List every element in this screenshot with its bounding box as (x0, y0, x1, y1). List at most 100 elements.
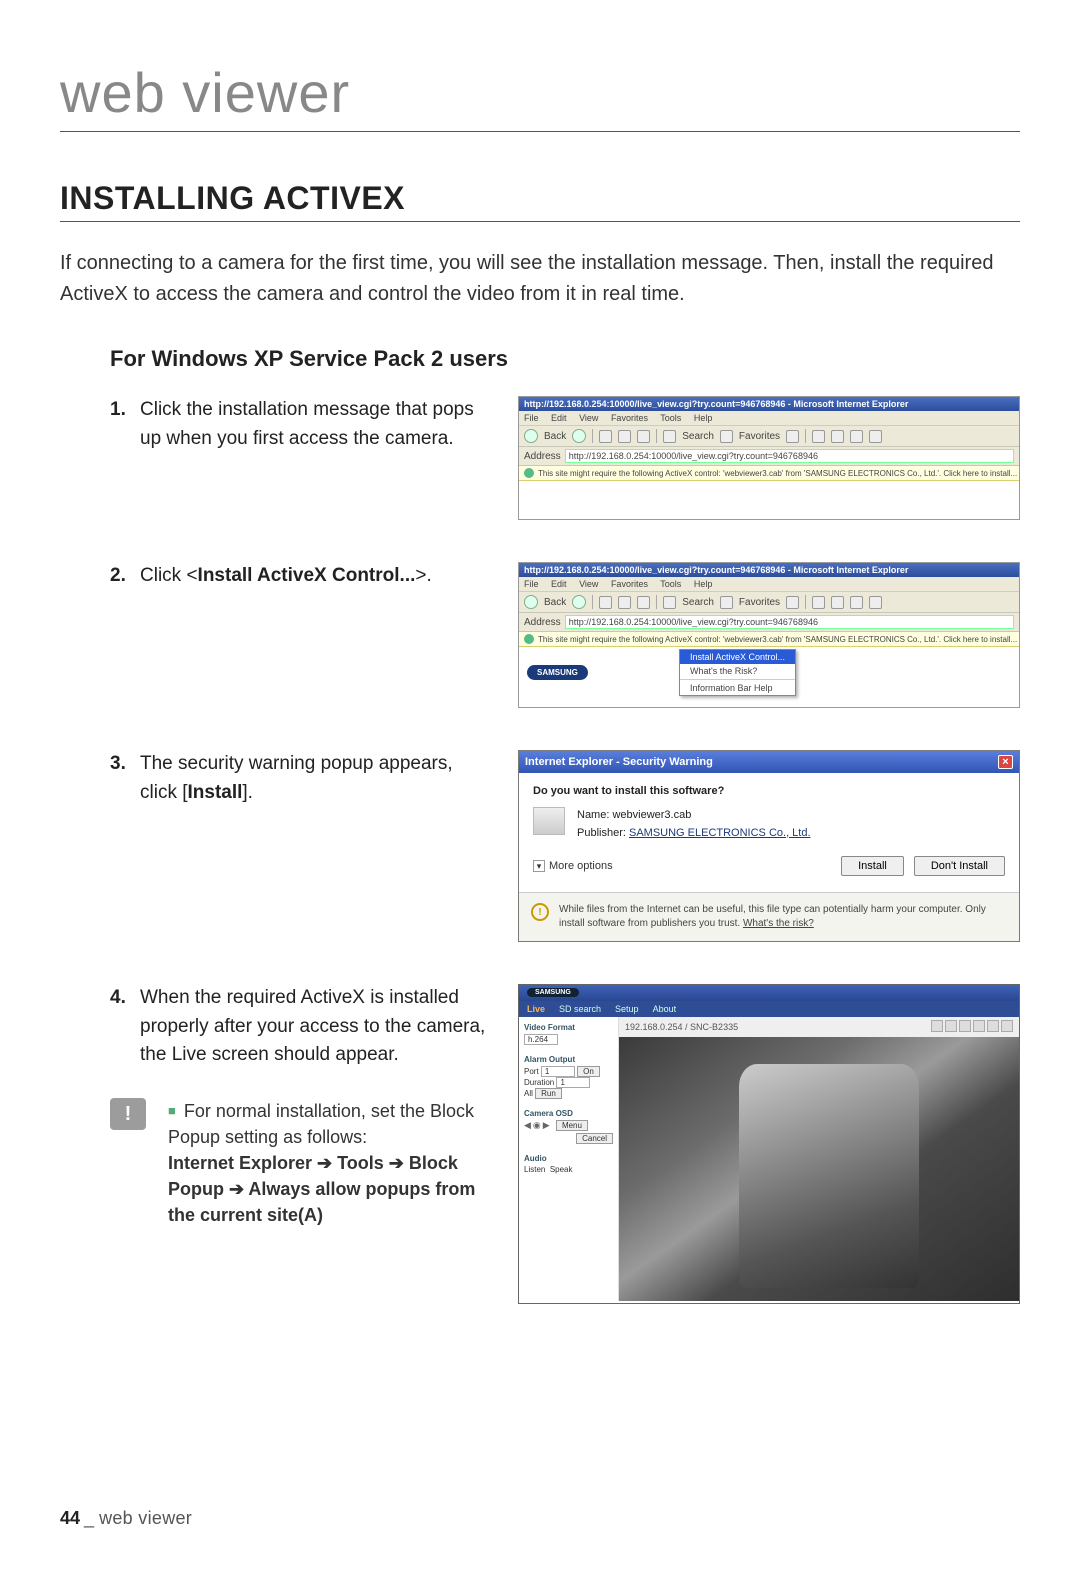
refresh-icon[interactable] (618, 430, 631, 443)
menu-install-activex[interactable]: Install ActiveX Control... (680, 650, 795, 664)
installer-icon (533, 807, 565, 835)
forward-icon[interactable] (572, 429, 586, 443)
dont-install-button[interactable]: Don't Install (914, 856, 1005, 876)
back-icon[interactable] (524, 595, 538, 609)
stop-icon[interactable] (599, 596, 612, 609)
activex-info-bar[interactable]: This site might require the following Ac… (519, 466, 1019, 481)
hdr-icon-6[interactable] (1001, 1020, 1013, 1032)
address-label: Address (524, 451, 561, 462)
menu-view[interactable]: View (579, 413, 598, 423)
step-2-suffix: >. (415, 565, 431, 586)
hdr-icon-1[interactable] (931, 1020, 943, 1032)
more-options-toggle[interactable]: ▾ More options (533, 860, 613, 872)
favorites-icon[interactable] (720, 596, 733, 609)
live-content: 192.168.0.254 / SNC-B2335 (619, 1017, 1019, 1301)
step-2-text: 2. Click <Install ActiveX Control...>. (110, 562, 490, 591)
menu-tools[interactable]: Tools (660, 579, 681, 589)
stop-icon[interactable] (599, 430, 612, 443)
cancel-button[interactable]: Cancel (576, 1133, 613, 1144)
menu-button[interactable]: Menu (556, 1120, 588, 1131)
step-3-text: 3. The security warning popup appears, c… (110, 750, 490, 807)
duration-select[interactable]: 1 (556, 1077, 590, 1088)
info-bar-text: This site might require the following Ac… (538, 469, 1017, 478)
print-icon[interactable] (831, 596, 844, 609)
history-icon[interactable] (786, 596, 799, 609)
menu-favorites[interactable]: Favorites (611, 579, 648, 589)
tab-live[interactable]: Live (527, 1004, 545, 1014)
install-button[interactable]: Install (841, 856, 904, 876)
menu-help[interactable]: Help (694, 579, 713, 589)
bullet-icon: ■ (168, 1103, 176, 1118)
tab-sdsearch[interactable]: SD search (559, 1004, 601, 1014)
live-video-feed (619, 1037, 1019, 1301)
discuss-icon[interactable] (869, 430, 882, 443)
mail-icon[interactable] (812, 596, 825, 609)
menu-view[interactable]: View (579, 579, 598, 589)
dialog-question: Do you want to install this software? (533, 785, 1005, 797)
hdr-icon-3[interactable] (959, 1020, 971, 1032)
listen-label[interactable]: Listen (524, 1165, 545, 1174)
shield-icon (524, 634, 534, 644)
step-1-number: 1. (110, 396, 132, 453)
whats-the-risk-link[interactable]: What's the risk? (743, 918, 814, 929)
hdr-icon-5[interactable] (987, 1020, 999, 1032)
back-label[interactable]: Back (544, 597, 566, 608)
arrow-left-icon[interactable]: ◀ (524, 1120, 531, 1131)
edit-icon[interactable] (850, 430, 863, 443)
home-icon[interactable] (637, 430, 650, 443)
search-icon[interactable] (663, 430, 676, 443)
back-label[interactable]: Back (544, 431, 566, 442)
back-icon[interactable] (524, 429, 538, 443)
publisher-link[interactable]: SAMSUNG ELECTRONICS Co., Ltd. (629, 827, 811, 839)
tab-setup[interactable]: Setup (615, 1004, 639, 1014)
menu-file[interactable]: File (524, 413, 539, 423)
samsung-logo: SAMSUNG (527, 988, 579, 997)
mail-icon[interactable] (812, 430, 825, 443)
menu-file[interactable]: File (524, 579, 539, 589)
discuss-icon[interactable] (869, 596, 882, 609)
run-button[interactable]: Run (535, 1088, 562, 1099)
figure-3-security-warning-dialog: Internet Explorer - Security Warning × D… (518, 750, 1020, 942)
tab-about[interactable]: About (653, 1004, 677, 1014)
home-icon[interactable] (637, 596, 650, 609)
favorites-icon[interactable] (720, 430, 733, 443)
publisher-label: Publisher: (577, 827, 626, 839)
search-label[interactable]: Search (682, 597, 714, 608)
note-icon: ! (110, 1098, 146, 1130)
favorites-label[interactable]: Favorites (739, 597, 780, 608)
steps-list: 1. Click the installation message that p… (110, 396, 1020, 1304)
favorites-label[interactable]: Favorites (739, 431, 780, 442)
menu-help[interactable]: Help (694, 413, 713, 423)
print-icon[interactable] (831, 430, 844, 443)
menu-separator (680, 679, 795, 680)
menu-tools[interactable]: Tools (660, 413, 681, 423)
menu-favorites[interactable]: Favorites (611, 413, 648, 423)
refresh-icon[interactable] (618, 596, 631, 609)
history-icon[interactable] (786, 430, 799, 443)
arrow-center-icon[interactable]: ◉ (533, 1120, 541, 1131)
menu-edit[interactable]: Edit (551, 579, 567, 589)
search-icon[interactable] (663, 596, 676, 609)
menu-whats-the-risk[interactable]: What's the Risk? (680, 664, 795, 678)
forward-icon[interactable] (572, 595, 586, 609)
close-icon[interactable]: × (998, 755, 1013, 769)
ie-address-bar: Address http://192.168.0.254:10000/live_… (519, 613, 1019, 632)
activex-info-bar[interactable]: This site might require the following Ac… (519, 632, 1019, 647)
speak-label[interactable]: Speak (550, 1165, 573, 1174)
hdr-icon-4[interactable] (973, 1020, 985, 1032)
address-input[interactable]: http://192.168.0.254:10000/live_view.cgi… (565, 615, 1014, 629)
arrow-right-icon[interactable]: ▶ (543, 1120, 550, 1131)
toolbar-separator (805, 595, 806, 609)
group-alarm-output: Alarm Output Port 1 On Duration 1 All Ru… (524, 1055, 613, 1099)
port-select[interactable]: 1 (541, 1066, 575, 1077)
video-format-select[interactable]: h.264 (524, 1034, 558, 1045)
menu-edit[interactable]: Edit (551, 413, 567, 423)
video-format-label: Video Format (524, 1023, 613, 1032)
hdr-icon-2[interactable] (945, 1020, 957, 1032)
osd-arrow-pad: ◀ ◉ ▶ Menu (524, 1120, 613, 1131)
edit-icon[interactable] (850, 596, 863, 609)
menu-info-bar-help[interactable]: Information Bar Help (680, 681, 795, 695)
on-button[interactable]: On (577, 1066, 600, 1077)
search-label[interactable]: Search (682, 431, 714, 442)
address-input[interactable]: http://192.168.0.254:10000/live_view.cgi… (565, 449, 1014, 463)
